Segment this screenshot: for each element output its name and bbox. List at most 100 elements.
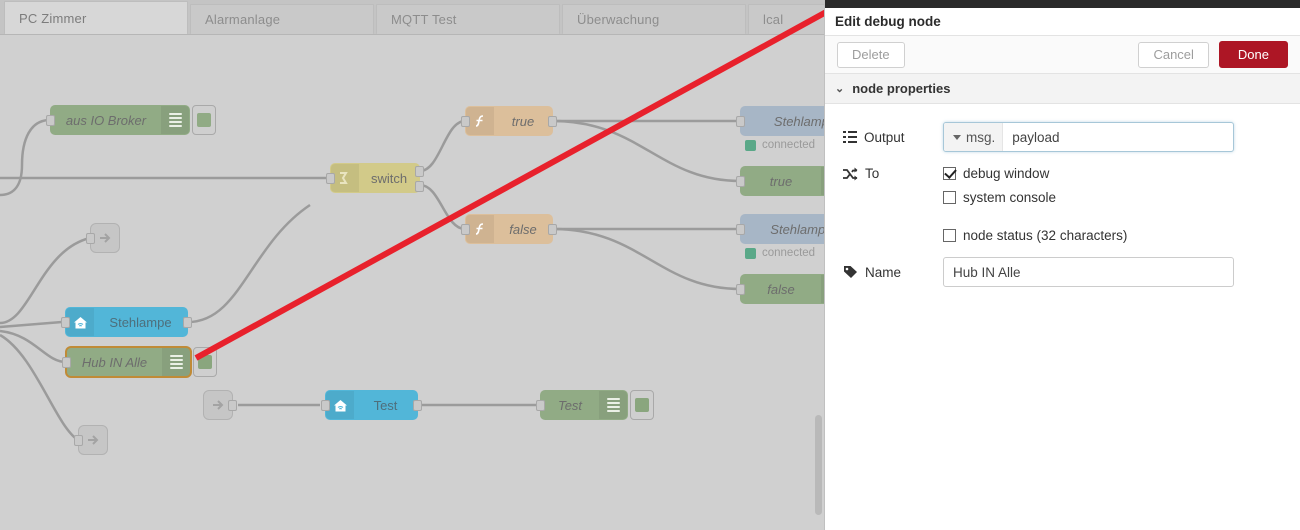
node-link-out-top[interactable]	[86, 223, 120, 253]
node-input-port[interactable]	[536, 400, 545, 411]
node-status-label: node status (32 characters)	[963, 228, 1128, 243]
node-input-port[interactable]	[46, 115, 55, 126]
node-input-port[interactable]	[74, 435, 83, 446]
debug-toggle-button[interactable]	[192, 105, 216, 135]
link-out-icon	[88, 435, 99, 445]
node-label: true	[769, 173, 793, 189]
flow-canvas[interactable]: aus IO Broker switch true false Stehlam …	[0, 35, 824, 530]
node-link-in-test[interactable]	[203, 390, 237, 420]
system-console-checkbox[interactable]	[943, 191, 956, 204]
canvas-vertical-scrollbar[interactable]	[815, 415, 822, 515]
node-label: Stehlampe_	[770, 221, 824, 237]
node-input-port[interactable]	[736, 116, 745, 127]
name-input[interactable]: Hub IN Alle	[943, 257, 1234, 287]
node-function-false[interactable]: false	[461, 214, 557, 244]
panel-title: Edit debug node	[825, 8, 1300, 36]
tab-pc-zimmer[interactable]: PC Zimmer	[4, 1, 188, 34]
shuffle-icon	[843, 167, 858, 180]
node-status-checkbox[interactable]	[943, 229, 956, 242]
node-aus-io-broker[interactable]: aus IO Broker	[46, 105, 216, 135]
node-test-blue[interactable]: Test	[321, 390, 422, 420]
node-input-port[interactable]	[61, 317, 70, 328]
debug-icon	[162, 348, 190, 376]
node-status-option[interactable]: node status (32 characters)	[843, 228, 1286, 243]
node-output-port[interactable]	[183, 317, 192, 328]
tab-uberwachung[interactable]: Überwachung	[562, 4, 746, 34]
debug-toggle-button[interactable]	[193, 347, 217, 377]
node-status: connected	[745, 247, 815, 259]
tab-label: PC Zimmer	[19, 10, 87, 26]
tag-icon	[844, 266, 857, 278]
node-output-port[interactable]	[413, 400, 422, 411]
node-mqtt-stehlampe-bottom[interactable]: Stehlampe_ connected	[736, 214, 824, 259]
tab-lcal[interactable]: lcal	[748, 4, 824, 34]
node-link-out-bottom[interactable]	[74, 425, 108, 455]
node-input-port[interactable]	[461, 224, 470, 235]
node-label: Stehlampe	[773, 113, 824, 129]
msg-type-label: msg.	[966, 129, 996, 145]
chevron-down-icon: ⌄	[835, 83, 845, 95]
panel-action-bar: Delete Cancel Done	[825, 36, 1300, 74]
flow-tab-bar: PC Zimmer Alarmanlage MQTT Test Überwach…	[0, 0, 824, 35]
node-input-port[interactable]	[62, 357, 71, 368]
node-test-debug[interactable]: Test	[536, 390, 654, 420]
node-input-port[interactable]	[86, 233, 95, 244]
node-input-port[interactable]	[461, 116, 470, 127]
name-input-value[interactable]: Hub IN Alle	[944, 265, 1233, 280]
node-output-port[interactable]	[548, 116, 557, 127]
node-input-port[interactable]	[326, 173, 335, 184]
tab-label: Alarmanlage	[205, 12, 281, 27]
node-output-port[interactable]	[228, 400, 237, 411]
list-icon	[843, 131, 857, 143]
tab-mqtt-test[interactable]: MQTT Test	[376, 4, 560, 34]
node-label: Hub IN Alle	[81, 354, 148, 370]
debug-toggle-button[interactable]	[630, 390, 654, 420]
cancel-button[interactable]: Cancel	[1138, 41, 1209, 68]
debug-window-checkbox[interactable]	[943, 167, 956, 180]
node-output-port-1[interactable]	[415, 166, 424, 177]
section-label: node properties	[852, 81, 951, 96]
node-hub-in-alle[interactable]: Hub IN Alle	[62, 347, 217, 377]
tab-alarmanlage[interactable]: Alarmanlage	[190, 4, 374, 34]
node-label: true	[511, 113, 535, 129]
output-property-value[interactable]: payload	[1003, 130, 1233, 145]
node-output-port-2[interactable]	[415, 181, 424, 192]
system-console-option[interactable]: system console	[843, 190, 1286, 205]
node-input-port[interactable]	[736, 284, 745, 295]
function-icon	[466, 107, 494, 135]
node-red-window: PC Zimmer Alarmanlage MQTT Test Überwach…	[0, 0, 1300, 530]
done-button[interactable]: Done	[1218, 41, 1288, 68]
to-row: To debug window	[843, 166, 1286, 181]
to-label-text: To	[865, 166, 880, 181]
node-mqtt-stehlampe-top[interactable]: Stehlampe connected	[736, 106, 824, 151]
debug-icon	[599, 391, 627, 419]
node-label: false	[767, 281, 795, 297]
node-properties-form: Output msg. payload To debug window syst…	[825, 104, 1300, 287]
tab-label: Überwachung	[577, 12, 660, 27]
debug-window-option[interactable]: debug window	[943, 166, 1049, 181]
status-dot-icon	[745, 247, 756, 259]
node-input-port[interactable]	[321, 400, 330, 411]
tab-label: MQTT Test	[391, 12, 457, 27]
output-type-input[interactable]: msg. payload	[943, 122, 1234, 152]
node-status: connected	[745, 139, 815, 151]
node-function-true[interactable]: true	[461, 106, 557, 136]
node-properties-section-header[interactable]: ⌄ node properties	[825, 74, 1300, 104]
node-output-port[interactable]	[548, 224, 557, 235]
panel-top-bar	[825, 0, 1300, 8]
edit-debug-node-panel: Edit debug node Delete Cancel Done ⌄ nod…	[824, 0, 1300, 530]
node-input-port[interactable]	[736, 224, 745, 235]
msg-type-selector[interactable]: msg.	[944, 123, 1004, 151]
node-stehlampe[interactable]: Stehlampe	[61, 307, 192, 337]
name-label-text: Name	[865, 264, 902, 280]
output-label: Output	[843, 130, 943, 145]
status-dot-icon	[745, 139, 756, 151]
node-label: Test	[373, 397, 398, 413]
node-debug-true[interactable]: true	[736, 166, 824, 196]
delete-button[interactable]: Delete	[837, 41, 905, 68]
node-input-port[interactable]	[736, 176, 745, 187]
node-debug-false[interactable]: false	[736, 274, 824, 304]
output-label-text: Output	[864, 129, 905, 145]
system-console-label: system console	[963, 190, 1057, 205]
node-switch[interactable]: switch	[326, 163, 424, 193]
